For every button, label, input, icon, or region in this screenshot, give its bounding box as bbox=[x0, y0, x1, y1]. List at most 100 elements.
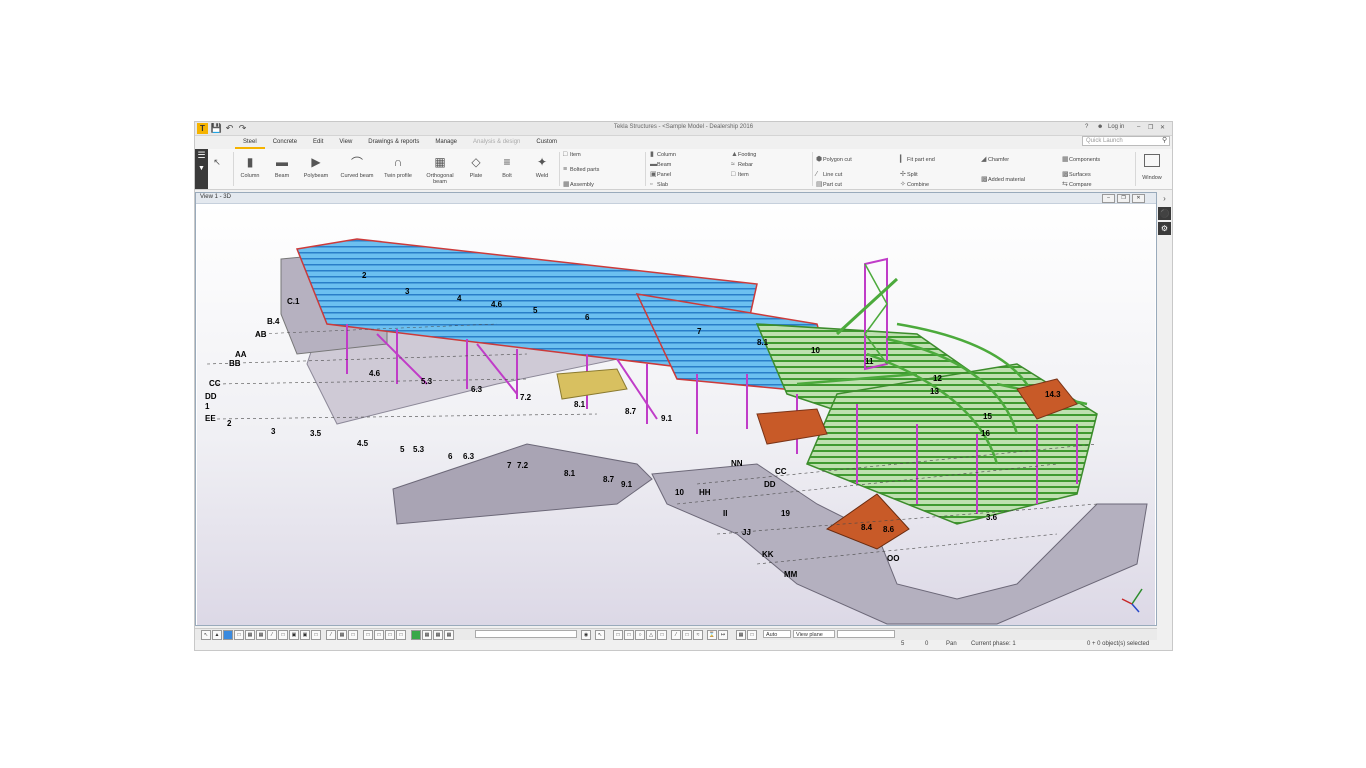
tool-icon[interactable]: □ bbox=[747, 630, 757, 640]
close-button[interactable]: ✕ bbox=[1160, 124, 1165, 131]
grid-label: 8.7 bbox=[625, 407, 637, 416]
panel-button[interactable]: ▣Panel bbox=[650, 171, 671, 179]
beam-button[interactable]: ▬ Beam bbox=[267, 151, 297, 187]
tab-custom[interactable]: Custom bbox=[528, 137, 565, 147]
concrete-item-button[interactable]: □ Item bbox=[731, 171, 749, 179]
combine-button[interactable]: ✧Combine bbox=[900, 181, 929, 189]
surfaces-button[interactable]: ▩Surfaces bbox=[1062, 171, 1091, 179]
fit-part-end-button[interactable]: ▎ Fit part end bbox=[900, 156, 935, 164]
tool-icon[interactable]: □ bbox=[613, 630, 623, 640]
footing-button[interactable]: ▲Footing bbox=[731, 151, 756, 159]
twin-profile-button[interactable]: ∩ Twin profile bbox=[381, 151, 415, 187]
item-button[interactable]: □ Item bbox=[563, 151, 581, 159]
tool-icon[interactable]: ▦ bbox=[422, 630, 432, 640]
select-tool[interactable]: ↖ bbox=[212, 151, 222, 187]
search-icon[interactable]: ⚲ bbox=[1162, 136, 1171, 144]
tool-icon[interactable]: □ bbox=[396, 630, 406, 640]
select-icon[interactable]: ↖ bbox=[201, 630, 211, 640]
tool-icon[interactable]: ↦ bbox=[718, 630, 728, 640]
minimize-button[interactable]: – bbox=[1137, 124, 1140, 130]
rebar-button[interactable]: ≈ Rebar bbox=[731, 161, 753, 169]
tool-icon[interactable]: ≈ bbox=[693, 630, 703, 640]
tool-icon[interactable] bbox=[223, 630, 233, 640]
concrete-column-button[interactable]: ▮ Column bbox=[650, 151, 676, 159]
tool-icon[interactable]: ▦ bbox=[444, 630, 454, 640]
tool-icon[interactable]: ▦ bbox=[736, 630, 746, 640]
tool-icon[interactable]: □ bbox=[682, 630, 692, 640]
login-link[interactable]: Log in bbox=[1108, 124, 1124, 130]
column-button[interactable]: ▮ Column bbox=[235, 151, 265, 187]
settings-icon[interactable]: ⚙ bbox=[1158, 222, 1171, 235]
tab-drawings-reports[interactable]: Drawings & reports bbox=[360, 137, 427, 147]
menu-icon[interactable]: ☰ bbox=[195, 149, 208, 162]
chevron-down-icon[interactable]: ▼ bbox=[195, 162, 208, 175]
tab-edit[interactable]: Edit bbox=[305, 137, 331, 147]
tool-icon[interactable]: □ bbox=[657, 630, 667, 640]
slab-button[interactable]: ▫ Slab bbox=[650, 181, 668, 189]
tool-icon[interactable]: ▲ bbox=[212, 630, 222, 640]
tool-icon[interactable]: □ bbox=[311, 630, 321, 640]
bolt-button[interactable]: ≡ Bolt bbox=[492, 151, 522, 187]
tab-steel[interactable]: Steel bbox=[235, 137, 265, 149]
view-close-button[interactable]: ✕ bbox=[1132, 194, 1145, 203]
tool-icon[interactable]: ▣ bbox=[289, 630, 299, 640]
tab-concrete[interactable]: Concrete bbox=[265, 137, 305, 147]
weld-button[interactable]: ✦ Weld bbox=[527, 151, 557, 187]
view-minimize-button[interactable]: – bbox=[1102, 194, 1115, 203]
tool-icon[interactable]: ⁄ bbox=[267, 630, 277, 640]
view-restore-button[interactable]: ❐ bbox=[1117, 194, 1130, 203]
tab-view[interactable]: View bbox=[331, 137, 360, 147]
help-icon[interactable]: ? bbox=[1085, 124, 1088, 130]
window-button[interactable]: Window bbox=[1137, 151, 1167, 187]
restore-button[interactable]: ❐ bbox=[1148, 124, 1153, 131]
tool-icon[interactable]: ▦ bbox=[433, 630, 443, 640]
tool-icon[interactable]: □ bbox=[278, 630, 288, 640]
chamfer-button[interactable]: ◢ Chamfer bbox=[981, 156, 1009, 164]
tool-icon[interactable]: ◉ bbox=[581, 630, 591, 640]
tool-icon[interactable]: ⌛ bbox=[707, 630, 717, 640]
added-material-button[interactable]: ▩Added material bbox=[981, 176, 1025, 184]
tool-icon[interactable]: □ bbox=[363, 630, 373, 640]
tab-manage[interactable]: Manage bbox=[427, 137, 465, 147]
model-viewport[interactable]: C.1 B.4 AB AA BB CC DD EE 1 2 3 3.5 4.5 … bbox=[197, 204, 1155, 625]
quick-launch-input[interactable]: Quick Launch bbox=[1082, 136, 1170, 146]
curved-beam-button[interactable]: ⌒ Curved beam bbox=[340, 151, 374, 187]
tool-icon[interactable]: ▣ bbox=[300, 630, 310, 640]
tool-icon[interactable]: □ bbox=[234, 630, 244, 640]
polybeam-button[interactable]: ▶ Polybeam bbox=[301, 151, 331, 187]
orthogonal-beam-button[interactable]: ▦ Orthogonal beam bbox=[423, 151, 457, 187]
assembly-button[interactable]: ▦Assembly bbox=[563, 181, 594, 189]
tool-icon[interactable]: ▦ bbox=[245, 630, 255, 640]
tool-icon[interactable]: ⁄ bbox=[326, 630, 336, 640]
properties-icon[interactable]: ⚫ bbox=[1158, 207, 1171, 220]
snap-mode-select[interactable]: Auto bbox=[763, 630, 791, 638]
orthogonal-beam-icon: ▦ bbox=[434, 155, 446, 169]
tab-analysis-design[interactable]: Analysis & design bbox=[465, 137, 528, 147]
plate-button[interactable]: ◇ Plate bbox=[461, 151, 491, 187]
tool-icon[interactable] bbox=[411, 630, 421, 640]
part-cut-button[interactable]: ▤Part cut bbox=[816, 181, 842, 189]
tool-icon[interactable]: ↖ bbox=[595, 630, 605, 640]
compare-button[interactable]: ⇆Compare bbox=[1062, 181, 1092, 189]
tool-icon[interactable]: □ bbox=[385, 630, 395, 640]
tool-icon[interactable]: ▦ bbox=[337, 630, 347, 640]
bolted-parts-button[interactable]: ≡ Bolted parts bbox=[563, 166, 599, 174]
tool-icon[interactable]: □ bbox=[374, 630, 384, 640]
concrete-beam-button[interactable]: ▬Beam bbox=[650, 161, 671, 169]
user-icon[interactable]: ☻ bbox=[1097, 124, 1103, 130]
tool-icon[interactable]: △ bbox=[646, 630, 656, 640]
tool-icon[interactable]: □ bbox=[624, 630, 634, 640]
tool-icon[interactable]: ⁄ bbox=[671, 630, 681, 640]
tool-icon[interactable]: ▦ bbox=[256, 630, 266, 640]
concrete-beam-icon: ▬ bbox=[650, 161, 657, 168]
components-button[interactable]: ▦Components bbox=[1062, 156, 1100, 164]
split-button[interactable]: ✢Split bbox=[900, 171, 918, 179]
line-cut-button[interactable]: ⁄ Line cut bbox=[816, 171, 842, 179]
plane-select[interactable]: View plane bbox=[793, 630, 835, 638]
polygon-cut-button[interactable]: ⬢Polygon cut bbox=[816, 156, 852, 164]
extra-select[interactable] bbox=[837, 630, 895, 638]
chevron-right-icon[interactable]: › bbox=[1158, 192, 1171, 205]
command-combo[interactable] bbox=[475, 630, 577, 638]
tool-icon[interactable]: ○ bbox=[635, 630, 645, 640]
tool-icon[interactable]: □ bbox=[348, 630, 358, 640]
